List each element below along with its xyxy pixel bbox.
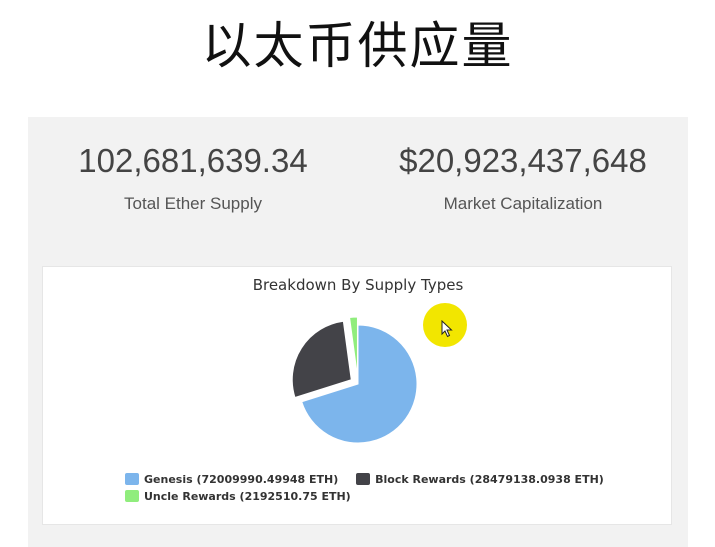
total-supply-stat: 102,681,639.34 Total Ether Supply <box>28 141 358 215</box>
pie-slice-uncle-rewards[interactable] <box>349 316 358 377</box>
legend-row-2: Uncle Rewards (2192510.75 ETH) <box>125 488 605 505</box>
legend-swatch-block-rewards <box>356 473 371 485</box>
market-cap-stat: $20,923,437,648 Market Capitalization <box>358 141 688 215</box>
market-cap-label: Market Capitalization <box>443 194 603 213</box>
pie-chart-svg <box>291 316 418 444</box>
legend-item-uncle-rewards[interactable]: Uncle Rewards (2192510.75 ETH) <box>125 488 351 505</box>
total-supply-label: Total Ether Supply <box>124 194 262 213</box>
legend-item-genesis[interactable]: Genesis (72009990.49948 ETH) <box>125 471 338 488</box>
chart-title: Breakdown By Supply Types <box>252 276 464 294</box>
mouse-pointer-icon <box>441 320 453 338</box>
legend-row-1: Genesis (72009990.49948 ETH) Block Rewar… <box>125 471 605 488</box>
supply-breakdown-chart: Breakdown By Supply Types Genesis (72009… <box>42 266 672 525</box>
total-supply-value: 102,681,639.34 <box>78 142 308 179</box>
chart-legend: Genesis (72009990.49948 ETH) Block Rewar… <box>125 471 605 505</box>
legend-label-genesis: Genesis (72009990.49948 ETH) <box>144 473 339 486</box>
legend-label-uncle-rewards: Uncle Rewards (2192510.75 ETH) <box>144 490 351 503</box>
legend-swatch-genesis <box>125 473 139 485</box>
legend-item-block-rewards[interactable]: Block Rewards (28479138.0938 ETH) <box>356 471 604 488</box>
legend-label-block-rewards: Block Rewards (28479138.0938 ETH) <box>375 473 604 486</box>
supply-panel: 102,681,639.34 Total Ether Supply $20,92… <box>28 117 688 547</box>
slide-title: 以太币供应量 <box>201 17 514 75</box>
legend-swatch-uncle-rewards <box>125 490 139 502</box>
pie-slice-block-rewards[interactable] <box>291 320 352 399</box>
screenshot-page: 以太币供应量 102,681,639.34 Total Ether Supply… <box>0 0 715 547</box>
market-cap-value: $20,923,437,648 <box>399 142 647 179</box>
